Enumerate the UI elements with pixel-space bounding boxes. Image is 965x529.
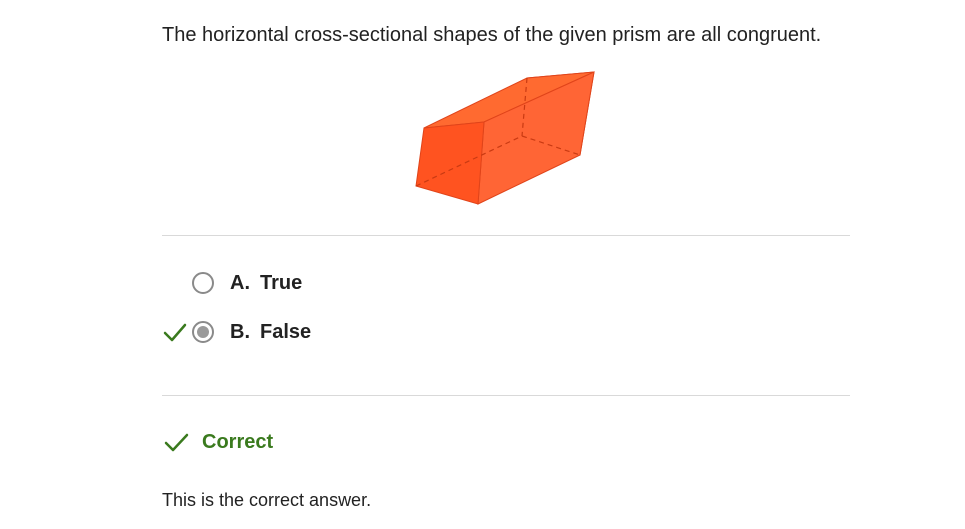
check-slot — [160, 267, 190, 299]
option-b[interactable]: B. False — [160, 316, 311, 348]
checkmark-icon — [164, 433, 189, 452]
option-a[interactable]: A. True — [160, 267, 302, 299]
quiz-page: The horizontal cross-sectional shapes of… — [0, 0, 965, 529]
option-label: False — [260, 320, 312, 343]
option-label: True — [260, 271, 303, 294]
radio-button-b[interactable] — [192, 321, 214, 343]
option-letter: A. — [230, 271, 250, 294]
explanation-text: This is the correct answer. — [162, 490, 372, 510]
divider — [162, 235, 850, 236]
result-status: Correct — [162, 430, 273, 454]
divider — [162, 395, 850, 396]
result-label: Correct — [202, 430, 274, 453]
option-letter: B. — [230, 320, 250, 343]
radio-button-a[interactable] — [192, 272, 214, 294]
prism-figure — [415, 71, 595, 205]
prism-front-face — [415, 121, 485, 205]
check-slot — [160, 316, 190, 348]
question-text: The horizontal cross-sectional shapes of… — [162, 24, 822, 46]
checkmark-icon — [163, 323, 187, 342]
radio-selected-dot — [197, 326, 209, 338]
